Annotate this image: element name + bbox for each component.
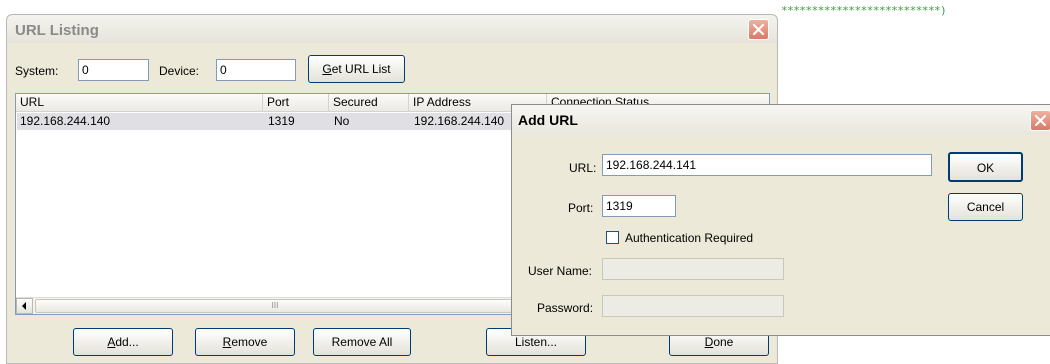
row-port: 1319 [268, 114, 295, 128]
device-input[interactable]: 0 [216, 59, 296, 81]
cancel-button[interactable]: Cancel [948, 193, 1023, 221]
authentication-checkbox[interactable] [606, 231, 619, 244]
window-title: URL Listing [15, 22, 99, 39]
username-input[interactable] [602, 258, 784, 280]
ok-button[interactable]: OK [948, 152, 1023, 182]
dialog-close-button[interactable] [1030, 110, 1050, 131]
column-header-port[interactable]: Port [263, 94, 329, 112]
password-input[interactable] [602, 295, 784, 317]
url-listing-titlebar[interactable]: URL Listing [7, 15, 777, 43]
row-ip-address: 192.168.244.140 [414, 114, 505, 128]
remove-button[interactable]: Remove [195, 328, 295, 356]
username-label: User Name: [528, 264, 593, 278]
add-button[interactable]: Add... [73, 328, 173, 356]
close-icon [752, 23, 765, 36]
add-url-titlebar[interactable]: Add URL [512, 105, 1050, 135]
url-input[interactable]: 192.168.244.141 [602, 154, 932, 176]
port-label: Port: [568, 201, 594, 215]
column-header-secured[interactable]: Secured [329, 94, 409, 112]
port-input[interactable]: 1319 [602, 195, 676, 217]
add-url-dialog: Add URL URL: 192.168.244.141 Port: 1319 … [511, 104, 1050, 336]
device-label: Device: [159, 64, 200, 78]
get-url-list-button[interactable]: Get URL List [308, 55, 405, 83]
column-header-url[interactable]: URL [16, 94, 263, 112]
row-url: 192.168.244.140 [20, 114, 111, 128]
password-label: Password: [537, 301, 594, 315]
url-label: URL: [569, 161, 597, 175]
scroll-left-button[interactable] [16, 298, 33, 314]
scroll-thumb[interactable]: III [35, 299, 515, 313]
close-button[interactable] [748, 19, 769, 40]
dialog-title: Add URL [518, 112, 578, 128]
row-secured: No [334, 114, 350, 128]
remove-all-button[interactable]: Remove All [313, 328, 411, 356]
system-label: System: [15, 64, 59, 78]
close-icon [1034, 114, 1047, 127]
background-dotted-text: **************************) [781, 4, 947, 17]
authentication-label: Authentication Required [625, 231, 754, 245]
arrow-left-icon [22, 302, 26, 310]
system-input[interactable]: 0 [78, 59, 149, 81]
